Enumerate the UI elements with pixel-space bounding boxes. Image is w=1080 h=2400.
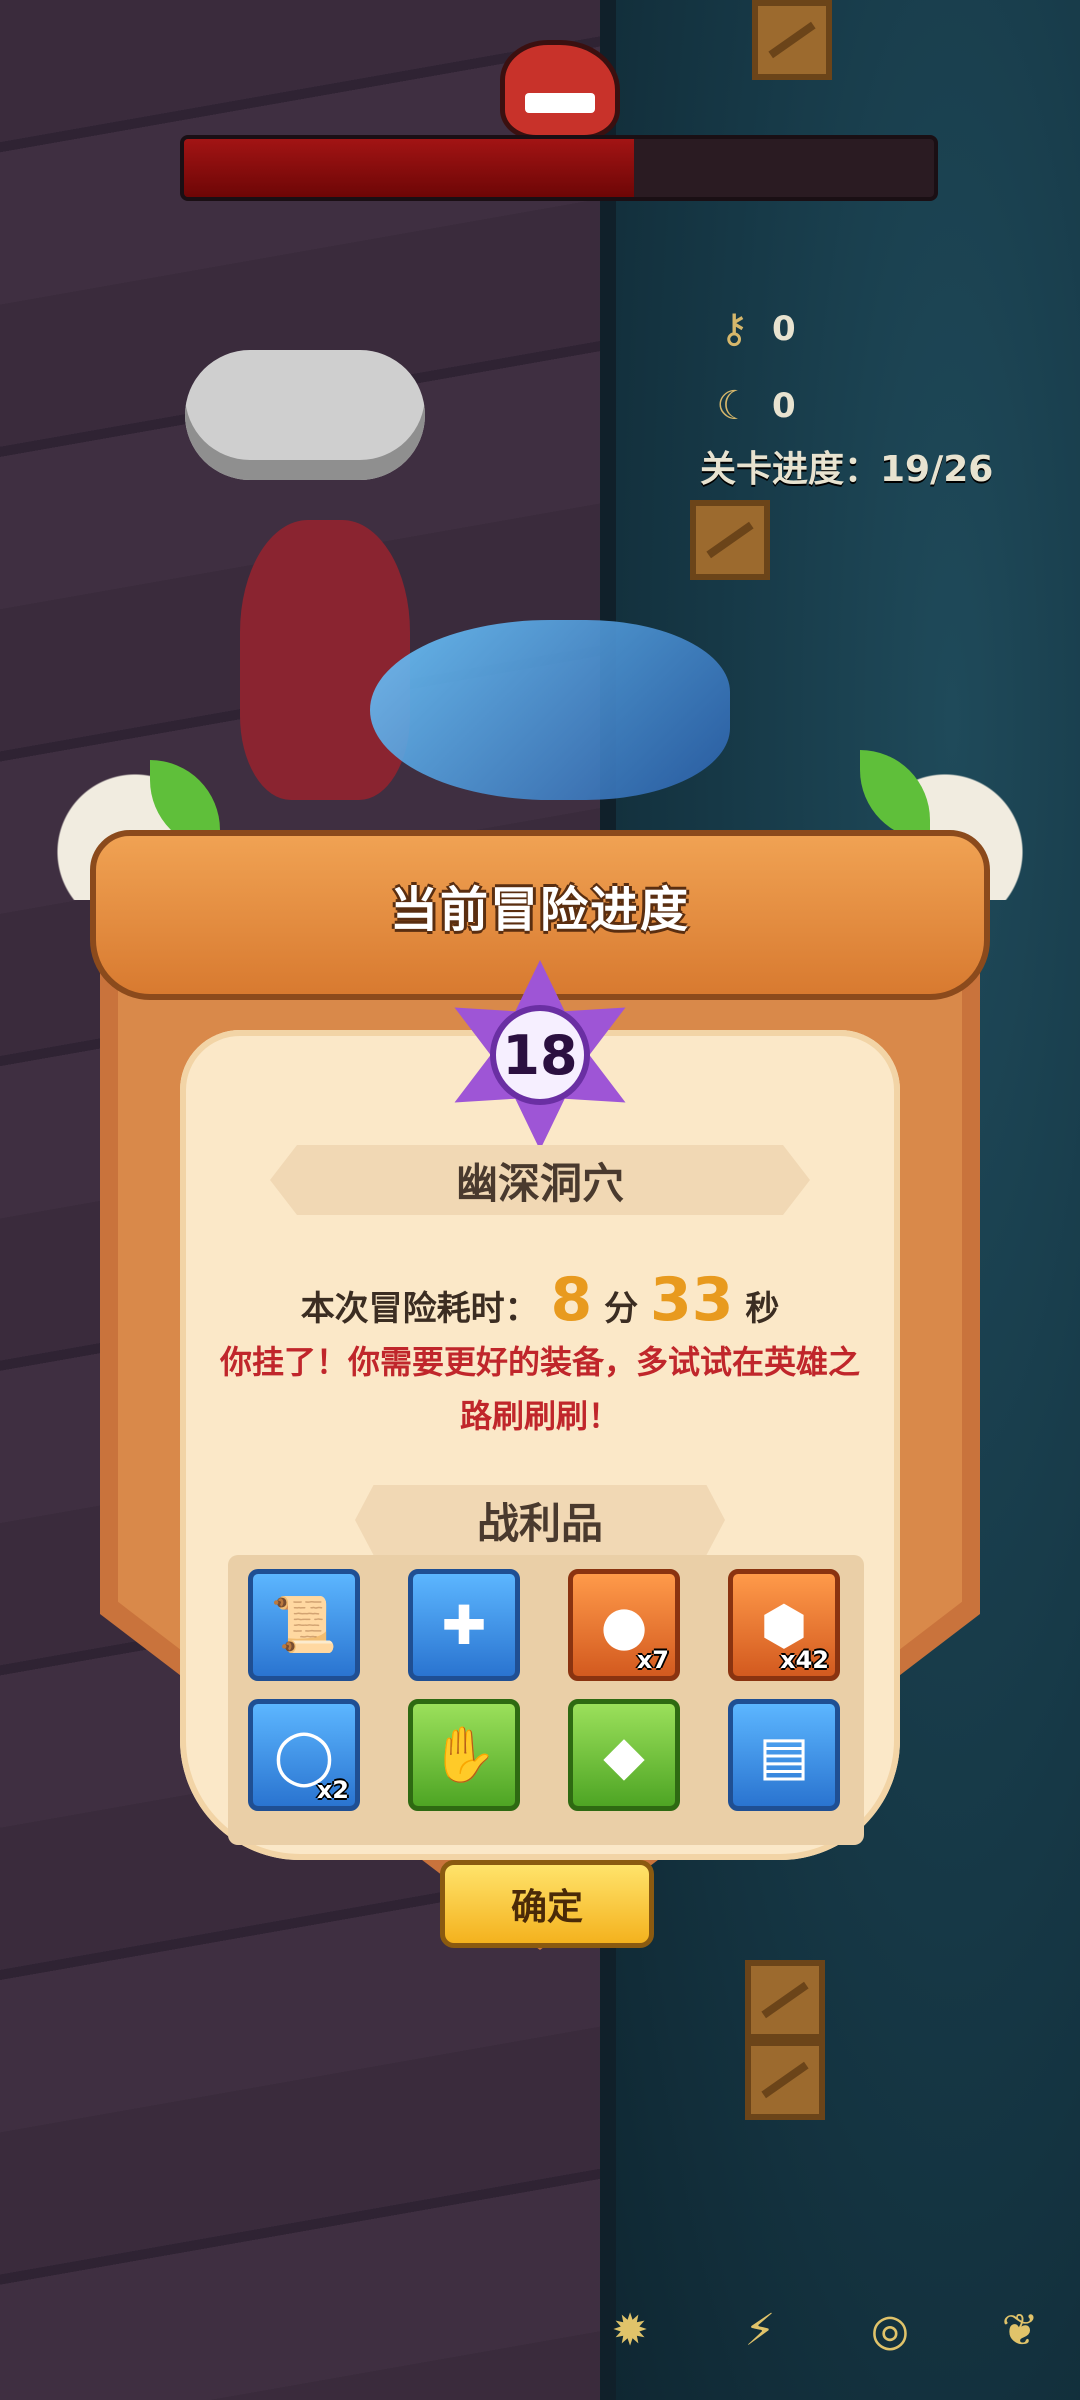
time-minutes: 8 [550, 1265, 593, 1335]
seconds-unit: 秒 [745, 1289, 780, 1329]
loot-count: x2 [316, 1776, 349, 1804]
crate [745, 1960, 825, 2040]
panel-title: 当前冒险进度 [389, 882, 690, 938]
loot-grid: 📜 ✚ ● x7 ⬢ x42 ◯ x2 ✋ ◆ ▤ [248, 1569, 840, 1811]
minutes-unit: 分 [604, 1289, 639, 1329]
hero-armor [370, 620, 730, 800]
claw-counter: ☾ 0 [710, 382, 796, 430]
crate [745, 2040, 825, 2120]
storm-cloud [185, 350, 425, 480]
loot-item[interactable]: ✚ [408, 1569, 520, 1681]
key-icon: ⚷ [719, 306, 749, 352]
boss-health-fill [184, 139, 634, 197]
crystal-icon: ◆ [603, 1723, 645, 1787]
claw-count: 0 [772, 386, 796, 426]
wind-skill-icon[interactable]: ❦ [990, 2300, 1050, 2360]
location-ribbon: 幽深洞穴 [270, 1145, 810, 1215]
time-label: 本次冒险耗时： [300, 1289, 539, 1329]
crate [752, 0, 832, 80]
map-scroll-icon: ▤ [758, 1723, 810, 1787]
loot-item[interactable]: ◆ [568, 1699, 680, 1811]
key-count: 0 [772, 309, 796, 349]
fail-message-line: 你挂了！你需要更好的装备，多试试在英雄之 [219, 1343, 860, 1381]
loot-list[interactable]: 📜 ✚ ● x7 ⬢ x42 ◯ x2 ✋ ◆ ▤ [228, 1555, 864, 1845]
adventure-time: 本次冒险耗时： 8 分 33 秒 [0, 1265, 1080, 1335]
key-counter: ⚷ 0 [710, 305, 796, 353]
level-number: 18 [490, 1005, 590, 1105]
gauntlet-icon: ✋ [430, 1723, 498, 1786]
loot-item[interactable]: 📜 [248, 1569, 360, 1681]
amulet-icon: ✚ [441, 1593, 487, 1657]
loot-item[interactable]: ▤ [728, 1699, 840, 1811]
fail-message-line: 路刷刷刷！ [459, 1397, 620, 1435]
bottom-skill-bar: ✹ ⚡ ◎ ❦ [600, 2300, 1050, 2360]
loot-item[interactable]: ◯ x2 [248, 1699, 360, 1811]
stage-progress: 关卡进度：19/26 [700, 449, 994, 490]
hero-cloak [240, 520, 410, 800]
loot-ribbon: 战利品 [355, 1485, 725, 1555]
lightning-skill-icon[interactable]: ⚡ [730, 2300, 790, 2360]
loot-title: 战利品 [476, 1498, 603, 1548]
shield-skill-icon[interactable]: ◎ [860, 2300, 920, 2360]
time-seconds: 33 [649, 1265, 734, 1335]
loot-count: x42 [780, 1646, 829, 1674]
claw-icon: ☾ [716, 383, 752, 429]
sun-skill-icon[interactable]: ✹ [600, 2300, 660, 2360]
fail-message: 你挂了！你需要更好的装备，多试试在英雄之 路刷刷刷！ [180, 1335, 900, 1443]
loot-item[interactable]: ⬢ x42 [728, 1569, 840, 1681]
loot-item[interactable]: ● x7 [568, 1569, 680, 1681]
location-name: 幽深洞穴 [455, 1158, 624, 1208]
confirm-button[interactable]: 确定 [440, 1860, 654, 1948]
hero-character [220, 500, 740, 860]
scroll-icon: 📜 [270, 1593, 338, 1656]
loot-count: x7 [636, 1646, 669, 1674]
boss-dino-icon [500, 40, 620, 140]
boss-health-bar [180, 135, 938, 201]
loot-item[interactable]: ✋ [408, 1699, 520, 1811]
